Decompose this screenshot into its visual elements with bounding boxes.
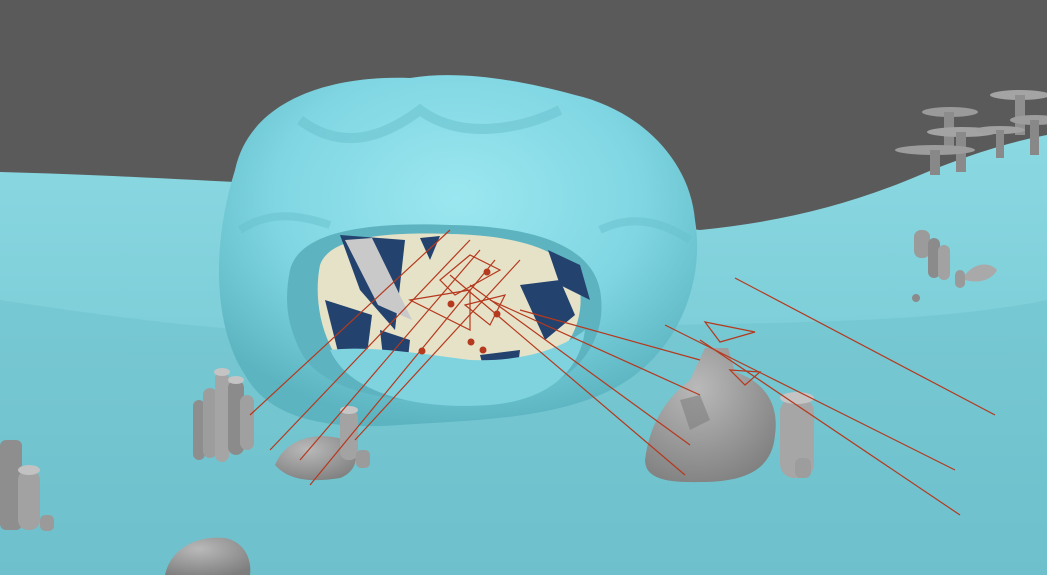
scene-canvas[interactable]	[0, 0, 1047, 575]
3d-viewport[interactable]	[0, 0, 1047, 575]
